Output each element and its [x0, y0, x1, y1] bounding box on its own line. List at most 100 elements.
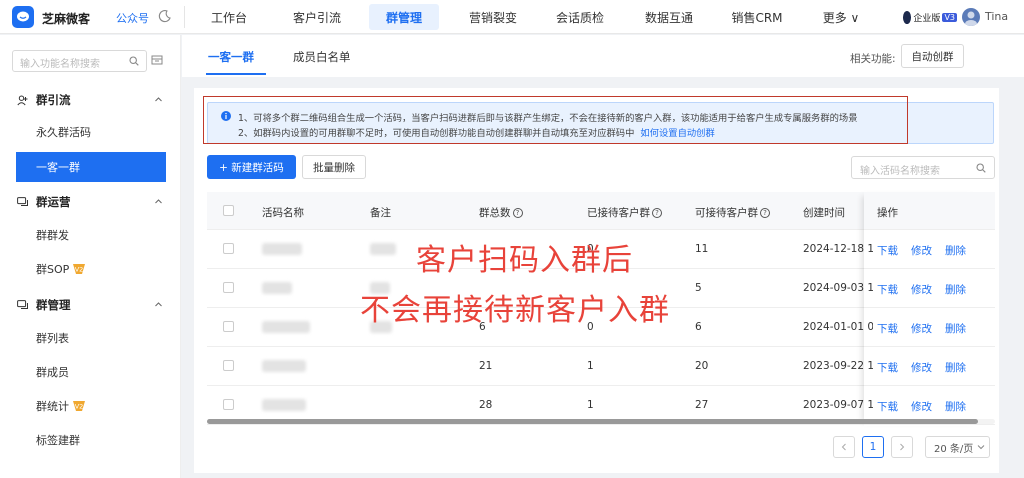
- edit-link[interactable]: 修改: [911, 282, 932, 297]
- col-received-groups: 已接待客户群?: [587, 205, 662, 220]
- account-type-switch[interactable]: 公众号: [116, 10, 149, 26]
- cell-received-groups: 1: [587, 399, 594, 411]
- enterprise-icon: [903, 10, 912, 24]
- nav-data-sync[interactable]: 数据互通: [636, 0, 702, 34]
- help-icon[interactable]: ?: [652, 207, 662, 218]
- enterprise-version: V3: [942, 12, 957, 22]
- col-qrcode-name: 活码名称: [262, 207, 304, 219]
- page-number-current[interactable]: 1: [862, 436, 884, 458]
- edit-link[interactable]: 修改: [911, 399, 932, 414]
- delete-link[interactable]: 删除: [945, 399, 966, 414]
- table-header: 活码名称 备注 群总数? 已接待客户群? 可接待客户群? 创建时间 操作: [207, 192, 995, 230]
- v2-badge-icon: V2: [72, 400, 86, 412]
- table-row: 21 1 20 2023-09-22 12 下载 修改 删除: [207, 347, 995, 386]
- edit-link[interactable]: 修改: [911, 360, 932, 375]
- collapse-panel-icon[interactable]: [151, 54, 163, 66]
- nav-workbench[interactable]: 工作台: [199, 0, 259, 34]
- horizontal-scrollbar[interactable]: [207, 419, 995, 424]
- nav-session-inspection[interactable]: 会话质检: [547, 0, 613, 34]
- download-link[interactable]: 下载: [877, 282, 898, 297]
- delete-link[interactable]: 删除: [945, 282, 966, 297]
- sidebar-group-label: 群运营: [36, 195, 71, 209]
- col-label: 可接待客户群: [695, 207, 758, 219]
- search-icon: [129, 56, 139, 66]
- nav-sales-crm[interactable]: 销售CRM: [722, 0, 792, 34]
- delete-link[interactable]: 删除: [945, 360, 966, 375]
- chevron-up-icon: [155, 302, 162, 307]
- edit-link[interactable]: 修改: [911, 243, 932, 258]
- auto-create-group-button[interactable]: 自动创群: [901, 44, 964, 68]
- tab-one-customer-one-group[interactable]: 一客一群: [208, 49, 254, 65]
- sidebar-search-placeholder: 输入功能名称搜索: [20, 59, 100, 70]
- download-link[interactable]: 下载: [877, 243, 898, 258]
- user-name[interactable]: Tina: [985, 10, 1008, 23]
- search-icon: [976, 163, 986, 173]
- batch-delete-button[interactable]: 批量删除: [302, 155, 366, 179]
- nav-marketing-fission[interactable]: 营销裂变: [460, 0, 526, 34]
- highlight-box: [203, 96, 908, 144]
- annotation-line-2: 不会再接待新客户入群: [360, 293, 670, 328]
- blurred-remark: [370, 243, 396, 255]
- cell-created-time: 2023-09-22 12: [803, 360, 873, 372]
- sidebar-group-label: 群引流: [36, 93, 71, 107]
- content-card: 1、可将多个群二维码组合生成一个活码，当客户扫码进群后即与该群产生绑定，不会在接…: [194, 88, 999, 473]
- help-icon[interactable]: ?: [512, 207, 523, 218]
- cell-total-groups: 21: [479, 360, 493, 372]
- tab-member-whitelist[interactable]: 成员白名单: [293, 49, 351, 65]
- qrcode-search-input[interactable]: 输入活码名称搜索: [851, 156, 995, 179]
- download-link[interactable]: 下载: [877, 399, 898, 414]
- prev-page-button[interactable]: [833, 436, 855, 458]
- avatar[interactable]: [962, 8, 980, 26]
- app-logo[interactable]: [12, 6, 34, 28]
- row-checkbox[interactable]: [223, 321, 234, 332]
- nav-group-management[interactable]: 群管理: [369, 4, 439, 30]
- sidebar: 输入功能名称搜索 群引流 永久群活码 一客一群 群运营 群群发 群SOP V2 …: [0, 35, 181, 478]
- row-checkbox[interactable]: [223, 399, 234, 410]
- new-group-qrcode-button[interactable]: + 新建群活码: [207, 155, 296, 179]
- sidebar-item-group-list[interactable]: 群列表: [16, 323, 166, 353]
- select-all-checkbox[interactable]: [223, 205, 234, 216]
- sidebar-group-group-management[interactable]: 群管理: [0, 292, 181, 318]
- row-checkbox[interactable]: [223, 243, 234, 254]
- help-icon[interactable]: ?: [760, 207, 770, 218]
- brand-name: 芝麻微客: [42, 12, 91, 26]
- sidebar-item-group-members[interactable]: 群成员: [16, 357, 166, 387]
- chevron-right-icon: [900, 443, 905, 451]
- col-label: 群总数: [479, 207, 511, 219]
- delete-link[interactable]: 删除: [945, 243, 966, 258]
- sidebar-item-permanent-qrcode[interactable]: 永久群活码: [16, 117, 166, 147]
- col-total-groups: 群总数?: [479, 205, 523, 220]
- download-link[interactable]: 下载: [877, 360, 898, 375]
- nav-customer-acquisition[interactable]: 客户引流: [284, 0, 350, 34]
- sidebar-item-group-stats[interactable]: 群统计 V2: [16, 391, 166, 421]
- scrollbar-thumb[interactable]: [207, 419, 978, 424]
- page-size-value: 20 条/页: [934, 443, 974, 455]
- next-page-button[interactable]: [891, 436, 913, 458]
- delete-link[interactable]: 删除: [945, 321, 966, 336]
- user-plus-icon: [17, 95, 28, 106]
- sidebar-item-label: 群统计: [36, 400, 69, 413]
- sidebar-item-tag-grouping[interactable]: 标签建群: [16, 425, 166, 455]
- cell-created-time: 2024-12-18 10: [803, 243, 873, 255]
- cell-created-time: 2023-09-07 16: [803, 399, 873, 411]
- sidebar-item-one-customer-one-group[interactable]: 一客一群: [16, 152, 166, 182]
- chevron-up-icon: [155, 97, 162, 102]
- blurred-name: [262, 399, 306, 411]
- sidebar-item-group-sop[interactable]: 群SOP V2: [16, 254, 166, 284]
- enterprise-badge[interactable]: 企业版 V3: [903, 9, 957, 25]
- moon-icon[interactable]: [158, 9, 172, 23]
- nav-more[interactable]: 更多 ∨: [816, 0, 866, 34]
- download-link[interactable]: 下载: [877, 321, 898, 336]
- chat-bubble-icon: [17, 11, 29, 22]
- sidebar-group-group-operation[interactable]: 群运营: [0, 189, 181, 215]
- edit-link[interactable]: 修改: [911, 321, 932, 336]
- blurred-name: [262, 321, 310, 333]
- row-checkbox[interactable]: [223, 282, 234, 293]
- sidebar-group-group-acquisition[interactable]: 群引流: [0, 87, 181, 113]
- sidebar-search-input[interactable]: 输入功能名称搜索: [12, 50, 147, 72]
- sidebar-item-group-broadcast[interactable]: 群群发: [16, 220, 166, 250]
- row-checkbox[interactable]: [223, 360, 234, 371]
- page-size-select[interactable]: 20 条/页: [925, 436, 990, 458]
- annotation-line-1: 客户扫码入群后: [416, 243, 633, 278]
- col-remark: 备注: [370, 207, 391, 219]
